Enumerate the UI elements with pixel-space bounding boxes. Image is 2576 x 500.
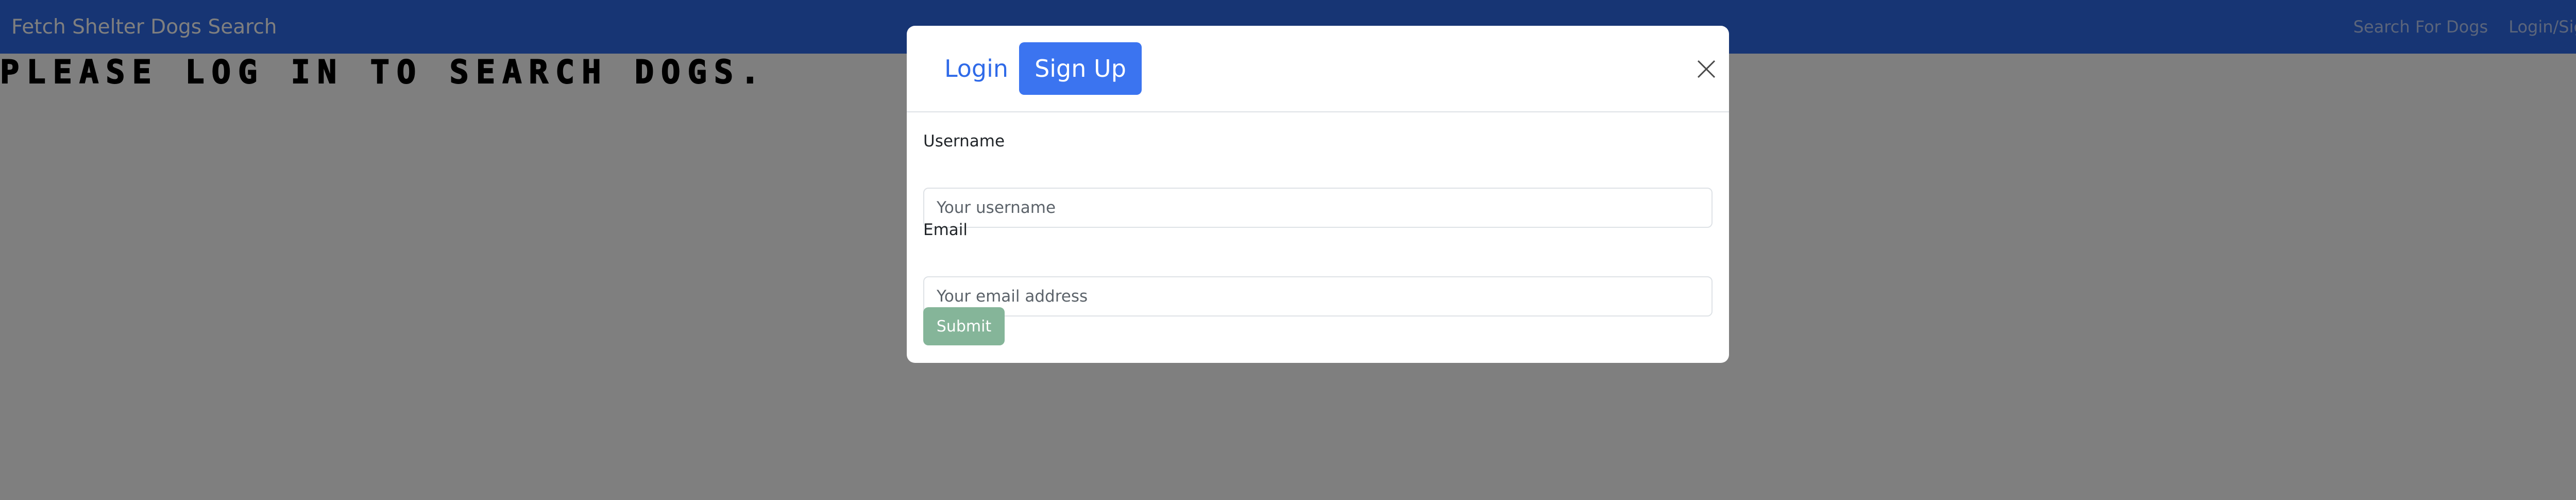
tab-sign-up[interactable]: Sign Up (1019, 42, 1142, 95)
submit-button[interactable]: Submit (923, 307, 1005, 345)
email-input[interactable] (923, 276, 1713, 316)
tab-login[interactable]: Login (938, 42, 1015, 95)
auth-modal: Login Sign Up Username Email Submit (907, 26, 1729, 363)
modal-header: Login Sign Up (907, 26, 1729, 112)
email-label: Email (923, 221, 968, 239)
username-input[interactable] (923, 188, 1713, 228)
close-icon (1697, 60, 1716, 78)
close-button[interactable] (1690, 53, 1723, 86)
username-label: Username (923, 132, 1005, 151)
